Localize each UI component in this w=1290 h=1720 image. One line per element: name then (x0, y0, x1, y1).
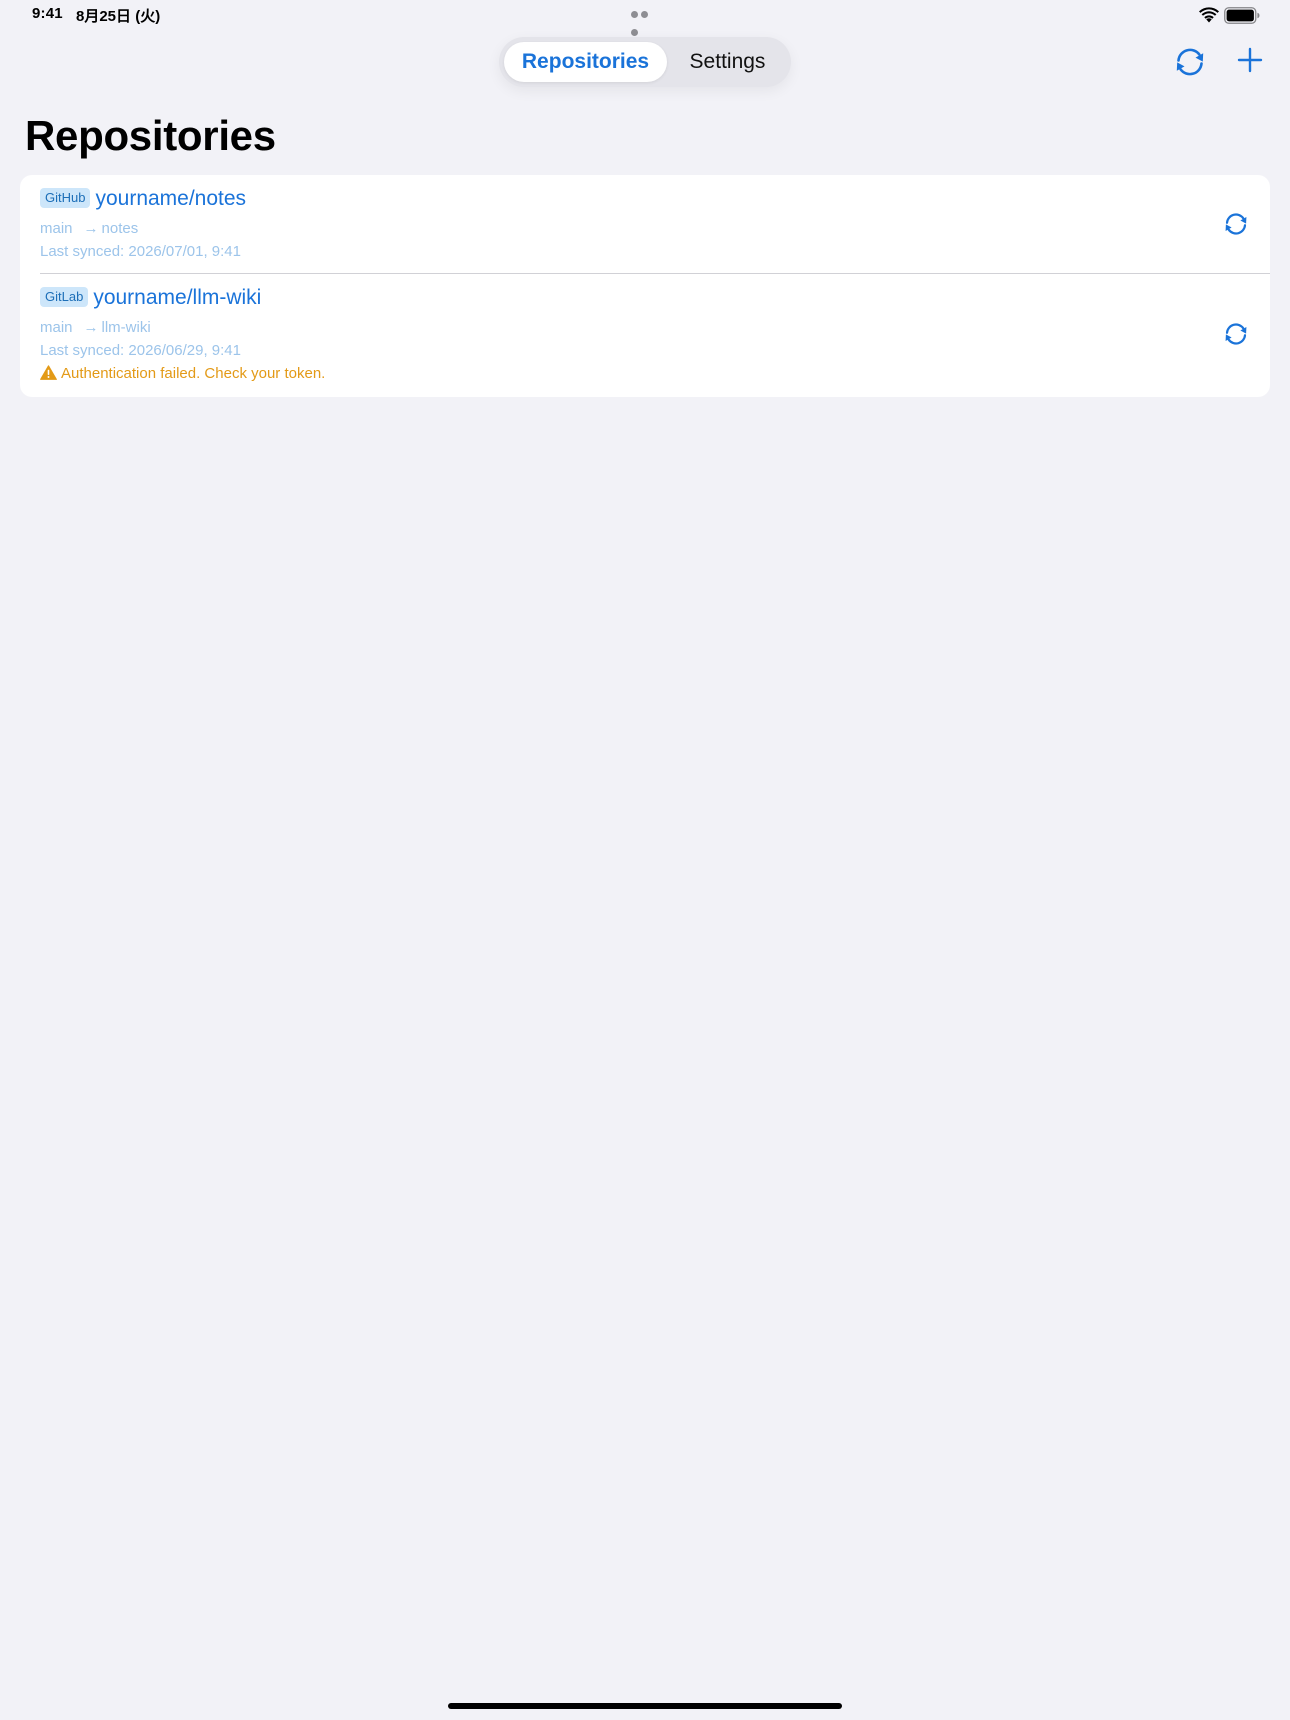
sync-error-message: Authentication failed. Check your token. (40, 365, 325, 382)
provider-badge: GitHub (40, 188, 91, 208)
status-time: 9:41 (32, 5, 63, 22)
battery-icon (1224, 7, 1260, 24)
multitasking-dots-icon[interactable] (631, 11, 659, 36)
status-date: 8月25日 (火) (76, 8, 161, 25)
add-repository-button[interactable] (1237, 47, 1263, 73)
repository-title-line: GitLab yourname/llm-wiki (40, 286, 262, 314)
page-title: Repositories (25, 112, 276, 159)
target-folder: llm-wiki (101, 319, 151, 336)
repository-name: yourname/notes (95, 187, 247, 210)
arrow-right-icon: → (83, 319, 99, 336)
status-bar: 9:41 8月25日 (火) (0, 0, 1290, 36)
repository-title-line: GitHub yourname/notes (40, 187, 247, 215)
wifi-icon (1199, 7, 1219, 23)
branch-name: main (40, 220, 73, 237)
repository-row[interactable]: GitHub yourname/notes main → notes Last syn… (20, 175, 1270, 273)
branch-mapping: main → notes (40, 220, 138, 237)
segmented-control: Repositories Settings (499, 37, 791, 87)
target-folder: notes (101, 220, 139, 237)
last-synced: Last synced: 2026/07/01, 9:41 (40, 243, 241, 260)
home-indicator[interactable] (448, 1703, 842, 1709)
last-synced: Last synced: 2026/06/29, 9:41 (40, 342, 241, 359)
repository-row[interactable]: GitLab yourname/llm-wiki main → llm-wiki La… (20, 274, 1270, 397)
branch-name: main (40, 319, 73, 336)
tab-repositories[interactable]: Repositories (504, 42, 667, 82)
error-text: Authentication failed. Check your token. (61, 365, 326, 382)
provider-badge: GitLab (40, 287, 89, 307)
sync-icon[interactable] (1222, 210, 1250, 238)
repository-list: GitHub yourname/notes main → notes Last syn… (20, 175, 1270, 397)
warning-triangle-icon (40, 365, 57, 380)
branch-mapping: main → llm-wiki (40, 319, 151, 336)
tab-settings[interactable]: Settings (669, 42, 786, 82)
sync-icon[interactable] (1222, 320, 1250, 348)
sync-all-icon[interactable] (1172, 44, 1208, 80)
repository-name: yourname/llm-wiki (93, 286, 262, 309)
arrow-right-icon: → (83, 220, 99, 237)
